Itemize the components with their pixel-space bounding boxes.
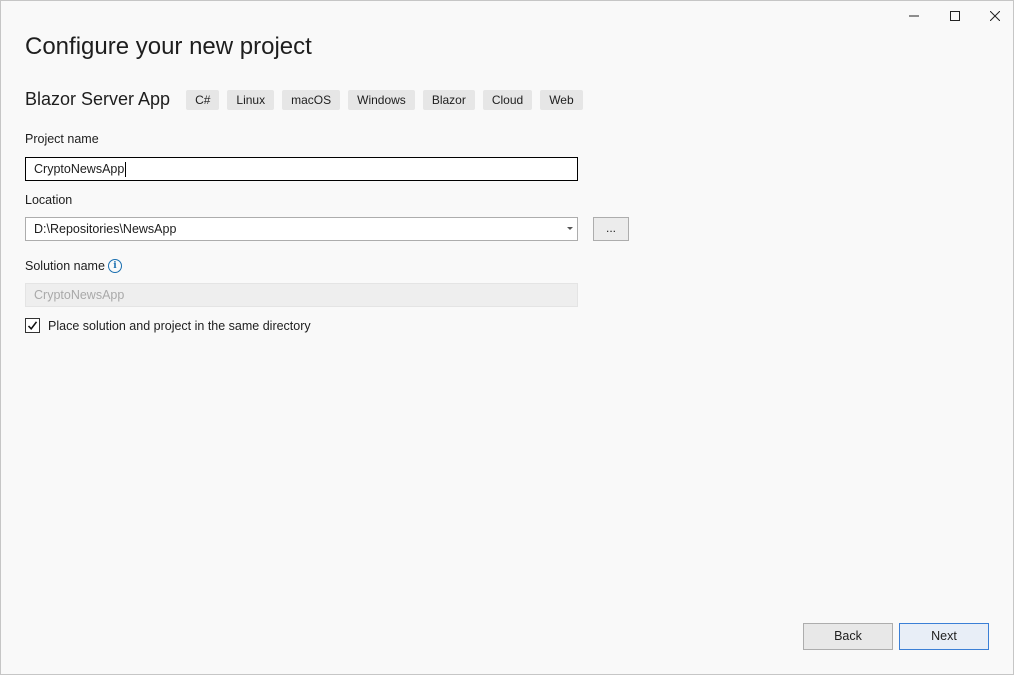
tag-web: Web: [540, 89, 583, 110]
chevron-down-icon[interactable]: [567, 227, 573, 230]
browse-location-button[interactable]: ...: [593, 217, 629, 241]
tag-blazor: Blazor: [422, 89, 475, 110]
next-button[interactable]: Next: [899, 623, 989, 650]
project-name-input[interactable]: CryptoNewsApp: [25, 157, 578, 181]
solution-name-input: CryptoNewsApp: [25, 283, 578, 307]
tag-csharp: C#: [186, 89, 220, 110]
close-icon: [990, 11, 1000, 21]
solution-name-label: Solution name: [25, 259, 105, 273]
checkmark-icon: [27, 321, 38, 331]
configure-project-dialog: Configure your new project Blazor Server…: [0, 0, 1014, 675]
location-label: Location: [25, 193, 73, 207]
solution-name-value: CryptoNewsApp: [34, 288, 125, 302]
tag-macos: macOS: [282, 89, 341, 110]
template-info: Blazor Server App C# Linux macOS Windows…: [25, 89, 591, 110]
same-directory-label: Place solution and project in the same d…: [48, 318, 311, 333]
template-name: Blazor Server App: [25, 89, 171, 109]
minimize-icon: [909, 15, 919, 17]
maximize-icon: [950, 11, 960, 21]
back-button[interactable]: Back: [803, 623, 893, 650]
maximize-button[interactable]: [935, 1, 975, 31]
project-name-label: Project name: [25, 132, 99, 146]
close-button[interactable]: [975, 1, 1014, 31]
tag-cloud: Cloud: [482, 89, 533, 110]
project-name-value: CryptoNewsApp: [34, 162, 125, 176]
location-combobox[interactable]: D:\Repositories\NewsApp: [25, 217, 578, 241]
tag-linux: Linux: [227, 89, 275, 110]
minimize-button[interactable]: [894, 1, 934, 31]
tag-windows: Windows: [348, 89, 415, 110]
text-caret: [125, 162, 127, 178]
same-directory-checkbox[interactable]: [25, 318, 40, 333]
location-value: D:\Repositories\NewsApp: [34, 222, 177, 236]
page-title: Configure your new project: [25, 33, 312, 60]
same-directory-option[interactable]: Place solution and project in the same d…: [25, 318, 311, 333]
info-icon[interactable]: i: [108, 259, 122, 273]
